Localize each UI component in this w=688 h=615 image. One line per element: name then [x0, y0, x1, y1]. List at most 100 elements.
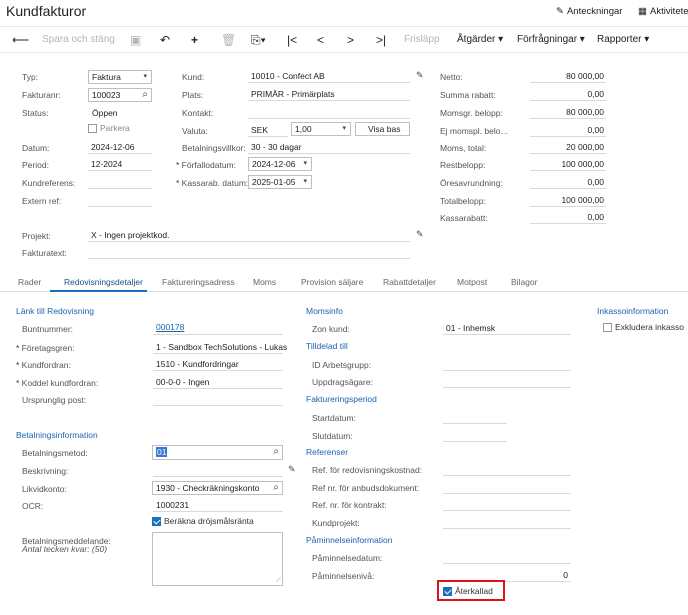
branch-label: Företagsgren: [16, 343, 75, 353]
total-field: 100 000,00 [530, 157, 606, 171]
dunning-date-field[interactable] [443, 550, 571, 564]
tab-discount-details[interactable]: Rabattdetaljer [383, 277, 436, 287]
cash-account-label: Likvidkonto: [22, 484, 67, 494]
section-payment-info: Betalningsinformation [16, 430, 98, 440]
location-field[interactable]: PRIMÄR - Primärplats [248, 87, 410, 101]
ref-tender-field[interactable] [443, 480, 571, 494]
resize-handle-icon[interactable]: ⟋ [276, 577, 281, 585]
section-gl-link: Länk till Redovisning [16, 306, 94, 316]
first-record-icon[interactable]: |< [287, 34, 297, 46]
ref-cost-label: Ref. för redovisningskostnad: [312, 465, 423, 475]
ocr-field[interactable]: 1000231 [153, 498, 283, 512]
tab-commission[interactable]: Provision säljare [301, 277, 363, 287]
invoice-no-label: Fakturanr: [22, 90, 61, 100]
search-icon[interactable]: ⌕ [273, 446, 279, 457]
owner-label: Uppdragsägare: [312, 377, 373, 387]
pay-message-textarea[interactable]: ⟋ [152, 532, 283, 586]
total-value: 80 000,00 [566, 71, 604, 81]
cash-account-field[interactable]: 1930 - Checkräkningskonto ⌕ [152, 481, 283, 495]
exclude-collection-checkbox[interactable] [603, 323, 612, 332]
period-field[interactable]: 12-2024 [88, 157, 152, 171]
previous-record-icon[interactable]: < [317, 34, 324, 46]
save-close-button[interactable]: Spara och stäng [42, 34, 115, 45]
invoice-text-field[interactable] [88, 245, 410, 259]
back-arrow-icon[interactable]: ⟵ [12, 34, 29, 46]
ar-sub-field[interactable]: 00-0-0 - Ingen [153, 375, 283, 389]
search-icon[interactable]: ⌕ [142, 89, 148, 100]
tab-accounting-details[interactable]: Redovisningsdetaljer [64, 277, 143, 287]
hold-checkbox[interactable] [88, 124, 97, 133]
currency-field[interactable]: SEK [248, 123, 288, 137]
section-references: Referenser [306, 447, 349, 457]
total-label: Ej momspl. belo... [440, 126, 508, 136]
exclude-collection-label: Exkludera inkasso [615, 322, 684, 332]
tab-rows[interactable]: Rader [18, 277, 41, 287]
branch-field[interactable]: 1 - Sandbox TechSolutions - Lukas [153, 340, 287, 354]
tab-attachments[interactable]: Bilagor [511, 277, 537, 287]
rate-field[interactable]: 1,00 ▾ [291, 122, 351, 136]
customer-label: Kund: [182, 72, 205, 82]
date-field[interactable]: 2024-12-06 [88, 140, 152, 154]
terms-field[interactable]: 30 - 30 dagar [248, 140, 410, 154]
batch-link[interactable]: 000178 [156, 322, 184, 332]
ext-ref-field[interactable] [88, 193, 152, 207]
description-field[interactable] [153, 463, 283, 477]
release-button[interactable]: Frisläpp [404, 34, 440, 45]
ocr-label: OCR: [22, 501, 44, 511]
vat-zone-field[interactable]: 01 - Inhemsk [443, 321, 571, 335]
inquiries-menu[interactable]: Förfrågningar ▾ [517, 34, 585, 45]
actions-menu[interactable]: Åtgärder ▾ [457, 34, 503, 45]
search-icon[interactable]: ⌕ [273, 482, 279, 493]
project-label: Projekt: [22, 231, 51, 241]
chevron-down-icon: ▾ [143, 73, 147, 80]
cust-project-field[interactable] [443, 515, 571, 529]
project-field[interactable]: X - Ingen projektkod. [88, 228, 410, 242]
copy-paste-icon[interactable]: ⎘▾ [251, 34, 266, 46]
recalled-checkbox[interactable] [443, 587, 452, 596]
ref-cost-field[interactable] [443, 462, 571, 476]
customer-ref-label: Kundreferens: [22, 178, 76, 188]
total-value: 20 000,00 [566, 142, 604, 152]
type-select[interactable]: Faktura ▾ [88, 70, 152, 84]
orig-doc-field[interactable] [153, 392, 283, 406]
late-fee-checkbox[interactable] [152, 517, 161, 526]
reports-menu[interactable]: Rapporter ▾ [597, 34, 649, 45]
customer-field[interactable]: 10010 - Confect AB [248, 69, 410, 83]
batch-field[interactable]: 000178 [153, 321, 283, 335]
edit-icon[interactable]: ✎ [288, 464, 296, 475]
edit-icon[interactable]: ✎ [416, 229, 424, 240]
total-field: 80 000,00 [530, 69, 606, 83]
cashdisc-date-field[interactable]: 2025-01-05 ▾ [248, 175, 312, 189]
notes-link[interactable]: ✎ Anteckningar [556, 6, 622, 17]
ar-account-field[interactable]: 1510 - Kundfordringar [153, 357, 283, 371]
undo-icon[interactable]: ↶ [160, 34, 170, 46]
total-field: 20 000,00 [530, 140, 606, 154]
tab-billing-address[interactable]: Faktureringsadress [162, 277, 235, 287]
contact-field[interactable] [248, 105, 410, 119]
invoice-no-field[interactable]: 100023 ⌕ [88, 88, 152, 102]
tab-offset[interactable]: Motpost [457, 277, 487, 287]
page-title: Kundfakturor [6, 3, 87, 19]
tab-vat[interactable]: Moms [253, 277, 276, 287]
activities-link[interactable]: ▦ Aktiviteter [638, 6, 688, 17]
section-vat-info: Momsinfo [306, 306, 343, 316]
edit-icon[interactable]: ✎ [416, 70, 424, 81]
add-icon[interactable]: + [191, 34, 198, 46]
show-base-button[interactable]: Visa bas [355, 122, 410, 136]
last-record-icon[interactable]: >| [376, 34, 386, 46]
save-icon[interactable]: ▣ [130, 34, 141, 46]
customer-ref-field[interactable] [88, 175, 152, 189]
chars-left-label: Antal tecken kvar: (50) [22, 544, 108, 554]
owner-field[interactable] [443, 374, 571, 388]
recalled-label: Återkallad [455, 586, 493, 596]
next-record-icon[interactable]: > [347, 34, 354, 46]
dunning-level-label: Påminnelsenivå: [312, 571, 375, 581]
pay-method-field[interactable]: 01 ⌕ [152, 445, 283, 460]
workgroup-field[interactable] [443, 357, 571, 371]
ref-contract-field[interactable] [443, 497, 571, 511]
section-billing-period: Faktureringsperiod [306, 394, 377, 404]
end-date-field[interactable] [443, 428, 507, 442]
start-date-field[interactable] [443, 410, 507, 424]
delete-icon[interactable]: 🗑 [221, 34, 236, 46]
due-date-field[interactable]: 2024-12-06 ▾ [248, 157, 312, 171]
